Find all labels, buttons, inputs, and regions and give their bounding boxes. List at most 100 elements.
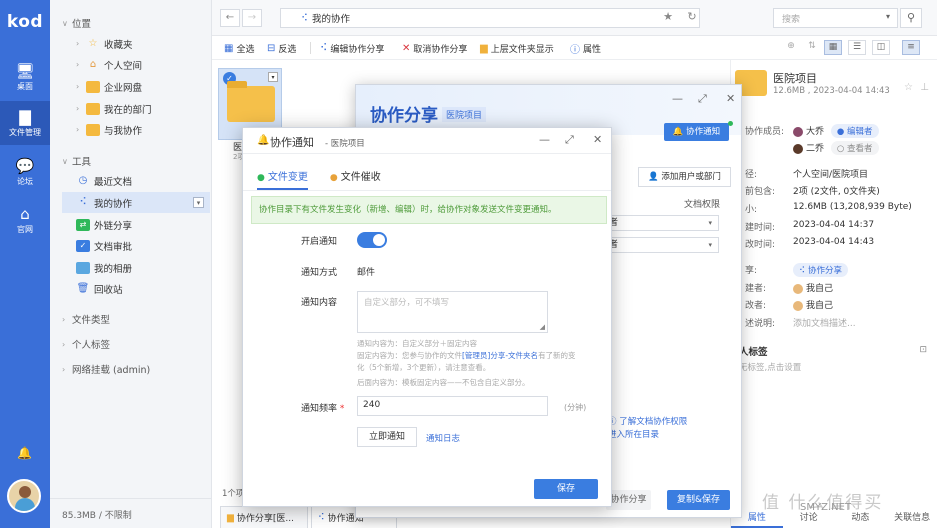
content-textarea[interactable]: 自定义部分，可不填写 ◢ [357, 291, 548, 333]
refresh-icon[interactable]: ↻ [682, 9, 702, 27]
tree-item-department[interactable]: › 我在的部门 [76, 98, 210, 119]
tree-item-personal[interactable]: › ⌂ 个人空间 [76, 54, 210, 75]
search-input[interactable]: 搜索 ▾ [773, 8, 898, 28]
invert-select-button[interactable]: ⊟ 反选 [267, 40, 296, 56]
notify-log-link[interactable]: 通知日志 [426, 432, 460, 444]
tree-section-network[interactable]: › 网络挂载 (admin) [62, 362, 150, 377]
tree-item-approval[interactable]: ✓ 文档审批 [76, 235, 210, 256]
info-row-desc[interactable]: 述说明: 添加文档描述... [745, 316, 856, 329]
share-dialog-subtitle: 医院项目 [442, 107, 487, 122]
icon-view-button[interactable]: ▦ [824, 40, 842, 55]
section-title: 位置 [72, 19, 92, 30]
maximize-icon[interactable]: ⤢ [698, 92, 707, 106]
nav-website[interactable]: ⌂ 官网 [0, 198, 50, 242]
info-tip: 协作目录下有文件发生变化（新增、编辑）时，给协作对象发送文件变更通知。 [251, 196, 607, 224]
tree-item-collab[interactable]: › 与我协作 [76, 119, 210, 140]
enable-toggle[interactable] [357, 232, 387, 248]
minimize-icon[interactable]: — [672, 92, 683, 105]
nav-file-manager[interactable]: ▇ 文件管理 [0, 101, 50, 145]
add-user-button[interactable]: 👤 添加用户或部门 [638, 167, 731, 187]
zoom-icon[interactable]: ⊕ [782, 40, 800, 55]
path-input[interactable]: ⠪ 我的协作 [280, 8, 700, 28]
avatar[interactable] [7, 479, 41, 513]
permission-select[interactable]: 者 ▾ [602, 237, 719, 253]
nav-forum[interactable]: 💬 论坛 [0, 150, 50, 194]
back-button[interactable]: ← [220, 9, 240, 27]
info-label: 小: [745, 205, 758, 215]
button-label: 上层文件夹显示 [490, 44, 554, 55]
cancel-share-button[interactable]: ✕ 取消协作分享 [402, 40, 467, 56]
parent-folder-button[interactable]: ▆ 上层文件夹显示 [480, 40, 554, 56]
close-icon[interactable]: ✕ [726, 92, 735, 105]
image-icon [76, 261, 90, 274]
folder-icon: ▇ [19, 108, 31, 126]
approval-icon: ✓ [76, 239, 90, 252]
split-view-button[interactable]: ◫ [872, 40, 890, 55]
nav-desktop[interactable]: 🖥 桌面 [0, 55, 50, 99]
copy-save-button[interactable]: 复制&保存 [667, 490, 730, 510]
task-share-dialog[interactable]: ▆ 协作分享[医... [220, 506, 308, 528]
share-badge[interactable]: ⠪ 协作分享 [793, 263, 848, 277]
method-value: 邮件 [357, 268, 376, 278]
button-label: 属性 [583, 44, 602, 55]
tree-section-location[interactable]: ∨ 位置 [62, 16, 92, 31]
tree-section-tags[interactable]: › 个人标签 [62, 337, 110, 352]
tree-item-favorites[interactable]: › ☆ 收藏夹 [76, 33, 210, 54]
button-label: 全选 [236, 44, 255, 55]
close-icon[interactable]: ✕ [593, 133, 602, 146]
chevron-down-icon[interactable]: ▾ [886, 12, 890, 21]
avatar [793, 300, 803, 311]
resize-handle[interactable]: ◢ [540, 323, 545, 331]
storage-usage: 85.3MB / 不限制 [50, 498, 212, 528]
tree-section-tools[interactable]: ∨ 工具 [62, 154, 91, 169]
member-name: 二乔 [806, 144, 825, 154]
bell-icon: ● [257, 173, 265, 183]
watermark: 值 什么值得买 SMYZ.NET [754, 486, 934, 528]
star-icon[interactable]: ☆ [904, 82, 913, 93]
nav-label: 桌面 [17, 82, 33, 91]
tree-item-enterprise[interactable]: › 企业网盘 [76, 76, 210, 97]
tree-item-my-collab[interactable]: ⠪ 我的协作 ▾ [62, 192, 210, 213]
permission-help-link[interactable]: ⓘ 了解文档协作权限 [608, 415, 687, 427]
trash-icon: 🗑 [76, 282, 90, 294]
maximize-icon[interactable]: ⤢ [565, 133, 574, 147]
tab-file-remind[interactable]: ● 文件催收 [330, 168, 381, 190]
sort-icon[interactable]: ⇅ [803, 40, 821, 55]
info-icon: ⓘ [570, 44, 580, 56]
info-title: 医院项目 [773, 72, 817, 85]
edit-share-button[interactable]: ⠪ 编辑协作分享 [320, 40, 384, 56]
tags-placeholder[interactable]: 无标签,点击设置 [739, 361, 801, 373]
search-button[interactable]: ⚲ [900, 8, 922, 28]
home-icon: ⌂ [89, 58, 97, 70]
list-view-button[interactable]: ☰ [848, 40, 866, 55]
save-button[interactable]: 保存 [534, 479, 598, 499]
share-icon: ⠪ [79, 196, 87, 208]
star-icon[interactable]: ★ [658, 9, 678, 27]
open-folder-link[interactable]: 进入所在目录 [608, 428, 659, 440]
info-panel-toggle[interactable]: ≡ [902, 40, 920, 55]
bell-icon[interactable]: 🔔 [17, 446, 32, 460]
tree-section-filetype[interactable]: › 文件类型 [62, 312, 110, 327]
tree-item-trash[interactable]: 🗑 回收站 [76, 278, 210, 299]
chevron-down-icon[interactable]: ▾ [193, 197, 204, 208]
permission-select[interactable]: 者 ▾ [602, 215, 719, 231]
tree-item-album[interactable]: 我的相册 [76, 257, 210, 278]
notify-dialog-title: 协作通知 [270, 136, 314, 149]
frequency-input[interactable]: 240 [357, 396, 548, 416]
select-all-button[interactable]: ▦ 全选 [224, 40, 254, 56]
breadcrumb[interactable]: 我的协作 [312, 11, 350, 25]
avatar [793, 143, 803, 154]
tree-item-external-share[interactable]: ⇄ 外链分享 [76, 214, 210, 235]
properties-button[interactable]: ⓘ 属性 [570, 40, 601, 56]
tag-settings-icon[interactable]: ⊡ [919, 345, 927, 355]
minimize-icon[interactable]: — [539, 133, 550, 146]
desc-input[interactable]: 添加文档描述... [793, 316, 856, 329]
forward-button[interactable]: → [242, 9, 262, 27]
tab-file-change[interactable]: ● 文件变更 [257, 168, 308, 190]
cancel-share-button[interactable]: 协作分享 [606, 490, 651, 510]
pin-icon[interactable]: ⊥ [920, 82, 929, 93]
notify-button[interactable]: 🔔 协作通知 [664, 123, 729, 141]
tree-item-recent[interactable]: ◷ 最近文档 [76, 170, 210, 191]
chevron-down-icon[interactable]: ▾ [268, 72, 278, 82]
notify-now-button[interactable]: 立即通知 [357, 427, 417, 447]
